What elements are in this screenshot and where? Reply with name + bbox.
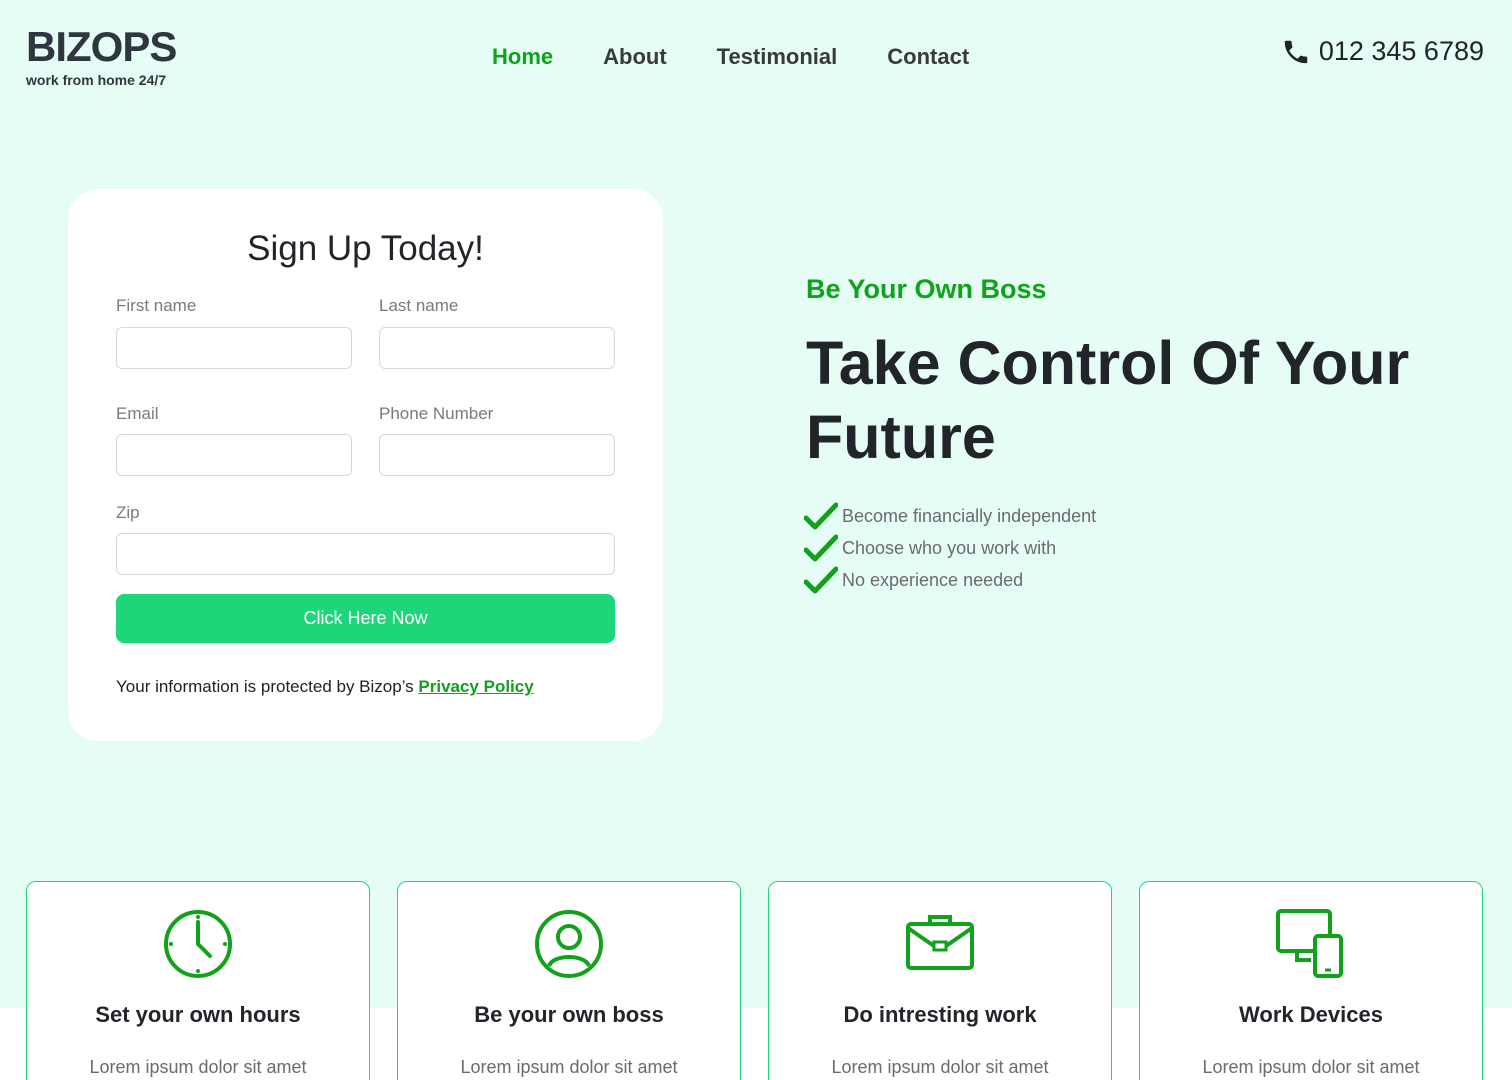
signup-title: Sign Up Today! — [247, 229, 484, 268]
phone-number: 012 345 6789 — [1318, 36, 1484, 66]
benefit-label: Become financially independent — [842, 505, 1097, 526]
last-name-label: Last name — [379, 296, 459, 315]
feature-text: Lorem ipsum dolor sit amet — [89, 1057, 307, 1077]
check-icon — [804, 566, 838, 594]
logo-title: BIZOPS — [26, 23, 177, 70]
feature-title: Work Devices — [1239, 1002, 1383, 1027]
phone-input[interactable] — [379, 434, 615, 476]
feature-text: Lorem ipsum dolor sit amet — [460, 1057, 678, 1077]
first-name-label: First name — [116, 296, 197, 315]
logo[interactable]: BIZOPS work from home 24/7 — [26, 23, 177, 89]
email-label: Email — [116, 404, 159, 423]
main-nav: Home About Testimonial Contact — [492, 44, 969, 70]
privacy-note: Your information is protected by Bizop’s… — [116, 677, 534, 697]
hero-eyebrow: Be Your Own Boss — [806, 274, 1047, 304]
benefit-label: Choose who you work with — [842, 537, 1057, 558]
last-name-input[interactable] — [379, 327, 615, 369]
benefit-item: Choose who you work with — [804, 532, 1096, 564]
benefit-item: No experience needed — [804, 564, 1096, 596]
zip-input[interactable] — [116, 533, 615, 575]
signup-card: Sign Up Today! First name Last name Emai… — [68, 189, 663, 741]
clock-icon — [164, 910, 232, 978]
feature-text: Lorem ipsum dolor sit amet — [1202, 1057, 1420, 1077]
feature-text: Lorem ipsum dolor sit amet — [831, 1057, 1049, 1077]
email-input[interactable] — [116, 434, 352, 476]
logo-tagline: work from home 24/7 — [26, 72, 167, 88]
nav-item-home[interactable]: Home — [492, 44, 553, 70]
feature-title: Set your own hours — [95, 1002, 301, 1027]
hero-headline: Take Control Of Your Future — [806, 329, 1410, 471]
briefcase-icon — [906, 915, 974, 970]
feature-title: Be your own boss — [474, 1002, 664, 1027]
user-icon — [535, 910, 603, 978]
submit-button[interactable]: Click Here Now — [116, 594, 615, 643]
feature-card-boss[interactable]: Be your own boss Lorem ipsum dolor sit a… — [397, 881, 741, 1080]
benefit-item: Become financially independent — [804, 500, 1096, 532]
nav-item-about[interactable]: About — [603, 44, 667, 70]
benefit-label: No experience needed — [842, 569, 1024, 590]
feature-title: Do intresting work — [843, 1002, 1037, 1027]
header-phone[interactable]: 012 345 6789 — [1281, 36, 1484, 67]
devices-icon — [1276, 909, 1343, 978]
feature-card-devices[interactable]: Work Devices Lorem ipsum dolor sit amet — [1139, 881, 1483, 1080]
nav-item-contact[interactable]: Contact — [887, 44, 969, 70]
phone-label: Phone Number — [379, 404, 494, 423]
phone-icon — [1284, 40, 1308, 63]
check-icon — [804, 534, 838, 562]
benefit-list: Become financially independent Choose wh… — [804, 500, 1096, 596]
feature-card-hours[interactable]: Set your own hours Lorem ipsum dolor sit… — [26, 881, 370, 1080]
nav-item-testimonial[interactable]: Testimonial — [717, 44, 838, 70]
privacy-policy-link[interactable]: Privacy Policy — [418, 677, 533, 696]
privacy-text: Your information is protected by Bizop’s — [116, 677, 419, 696]
check-icon — [804, 502, 838, 530]
zip-label: Zip — [116, 503, 140, 522]
first-name-input[interactable] — [116, 327, 352, 369]
feature-card-work[interactable]: Do intresting work Lorem ipsum dolor sit… — [768, 881, 1112, 1080]
